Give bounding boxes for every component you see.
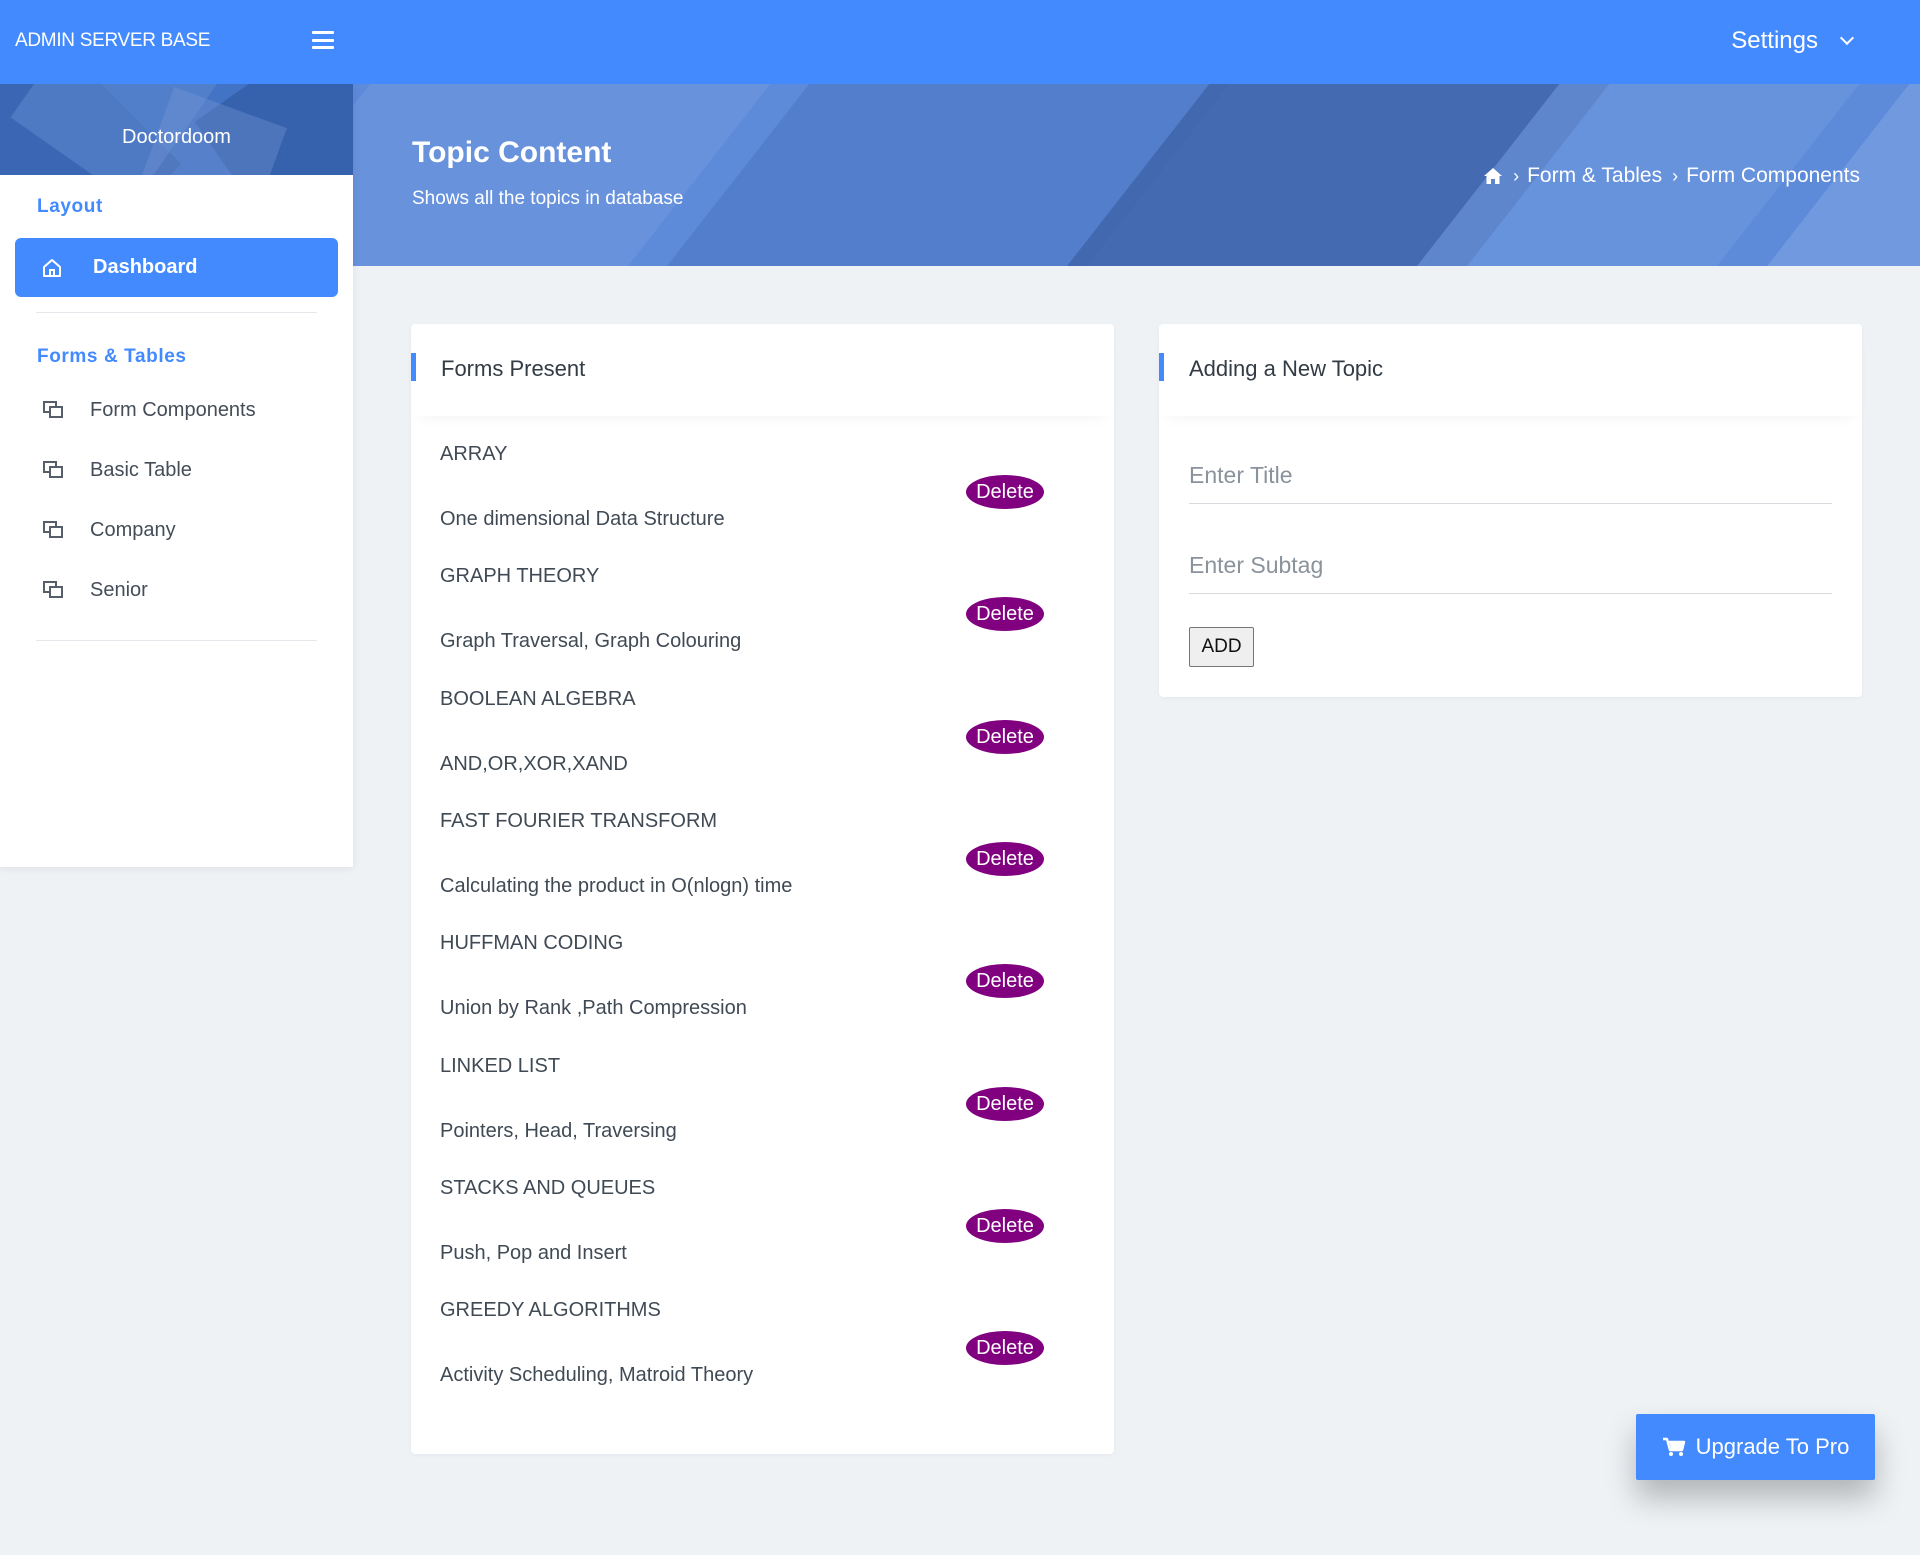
delete-button[interactable]: Delete: [966, 475, 1044, 509]
list-item: GREEDY ALGORITHMS Activity Scheduling, Ma…: [440, 1299, 1080, 1421]
page-subtitle: Shows all the topics in database: [412, 188, 684, 209]
topic-subtag: Activity Scheduling, Matroid Theory: [440, 1364, 754, 1387]
topic-title: HUFFMAN CODING: [440, 932, 624, 955]
settings-label: Settings: [1731, 27, 1818, 54]
page-header-banner: Topic Content Shows all the topics in da…: [353, 84, 1920, 266]
delete-button[interactable]: Delete: [966, 597, 1044, 632]
topic-subtag: Pointers, Head, Traversing: [440, 1119, 677, 1142]
card-title: Adding a New Topic: [1189, 356, 1384, 381]
topic-subtag: Push, Pop and Insert: [440, 1241, 627, 1264]
copy-icon: [43, 521, 63, 539]
subtag-input[interactable]: [1189, 538, 1832, 594]
topic-subtag: Union by Rank ,Path Compression: [440, 997, 747, 1020]
breadcrumb-item[interactable]: Form Components: [1686, 164, 1860, 188]
topic-subtag: One dimensional Data Structure: [440, 508, 725, 530]
topic-title: GREEDY ALGORITHMS: [440, 1299, 661, 1322]
delete-button[interactable]: Delete: [966, 964, 1044, 999]
sidebar-item-company[interactable]: Company: [0, 500, 353, 560]
topic-subtag: AND,OR,XOR,XAND: [440, 752, 628, 775]
topic-title: STACKS AND QUEUES: [440, 1176, 656, 1199]
sidebar-item-label: Company: [90, 518, 176, 541]
page-title: Topic Content: [412, 136, 612, 169]
settings-dropdown[interactable]: Settings: [1731, 27, 1855, 55]
card-header: Forms Present: [411, 324, 1114, 416]
card-accent-bar: [411, 353, 416, 381]
profile-username[interactable]: Doctordoom: [0, 126, 353, 149]
upgrade-to-pro-button[interactable]: Upgrade To Pro: [1636, 1414, 1875, 1480]
home-icon: [41, 257, 63, 279]
topic-title: BOOLEAN ALGEBRA: [440, 687, 636, 710]
sidebar-item-label: Senior: [90, 578, 148, 601]
card-title: Forms Present: [441, 356, 586, 381]
sidebar-profile: Doctordoom: [0, 84, 353, 175]
sidebar-item-label: Basic Table: [90, 458, 192, 481]
list-item: FAST FOURIER TRANSFORM Calculating the pr…: [440, 810, 1080, 932]
sidebar-item-label: Form Components: [90, 398, 256, 421]
delete-button[interactable]: Delete: [966, 719, 1044, 754]
add-topic-card: Adding a New Topic ADD: [1159, 324, 1862, 697]
sidebar-item-basic-table[interactable]: Basic Table: [0, 440, 353, 500]
home-icon[interactable]: [1483, 167, 1503, 185]
topic-title: LINKED LIST: [440, 1054, 561, 1077]
breadcrumb-item[interactable]: Form & Tables: [1527, 164, 1662, 188]
title-input[interactable]: [1189, 448, 1832, 504]
card-accent-bar: [1159, 353, 1164, 381]
topic-subtag: Graph Traversal, Graph Colouring: [440, 630, 742, 653]
upgrade-label: Upgrade To Pro: [1695, 1434, 1850, 1459]
topic-title: FAST FOURIER TRANSFORM: [440, 809, 718, 832]
nav-section-forms: Forms & Tables: [37, 346, 187, 367]
breadcrumb: › Form & Tables › Form Components: [1483, 164, 1860, 188]
chevron-down-icon: [1839, 30, 1855, 46]
sidebar-divider: [36, 312, 317, 313]
list-item: STACKS AND QUEUES Push, Pop and Insert Del…: [440, 1177, 1080, 1299]
copy-icon: [43, 581, 63, 599]
brand-title[interactable]: ADMIN SERVER BASE: [15, 30, 210, 52]
delete-button[interactable]: Delete: [966, 1086, 1044, 1121]
cart-icon: [1662, 1437, 1686, 1457]
nav-section-layout: Layout: [37, 196, 103, 217]
forms-present-card: Forms Present ARRAY One dimensional Data …: [411, 324, 1114, 1454]
top-navbar: ADMIN SERVER BASE Settings: [0, 0, 1920, 84]
list-item: LINKED LIST Pointers, Head, Traversing Del…: [440, 1055, 1080, 1177]
delete-button[interactable]: Delete: [966, 1331, 1044, 1366]
topic-title: GRAPH THEORY: [440, 565, 600, 588]
copy-icon: [43, 461, 63, 479]
delete-button[interactable]: Delete: [966, 1208, 1044, 1243]
topic-title: ARRAY: [440, 443, 508, 465]
copy-icon: [43, 401, 63, 419]
list-item: BOOLEAN ALGEBRA AND,OR,XOR,XAND Delete: [440, 688, 1080, 810]
sidebar-item-dashboard[interactable]: Dashboard: [15, 238, 338, 297]
sidebar-divider: [36, 640, 317, 641]
list-item: GRAPH THEORY Graph Traversal, Graph Colou…: [440, 565, 1080, 687]
topic-subtag: Calculating the product in O(nlogn) time: [440, 874, 793, 897]
sidebar-nav-list: Form Components Basic Table Company Seni…: [0, 380, 353, 620]
sidebar-item-senior[interactable]: Senior: [0, 560, 353, 620]
menu-icon[interactable]: [312, 31, 334, 49]
sidebar-item-label: Dashboard: [93, 256, 198, 278]
card-header: Adding a New Topic: [1159, 324, 1862, 416]
list-item: ARRAY One dimensional Data Structure Delet…: [440, 443, 1080, 565]
delete-button[interactable]: Delete: [966, 841, 1044, 876]
add-button[interactable]: ADD: [1189, 627, 1254, 667]
list-item: HUFFMAN CODING Union by Rank ,Path Compre…: [440, 932, 1080, 1054]
sidebar: Doctordoom Layout Dashboard Forms & Tabl…: [0, 84, 353, 867]
sidebar-item-form-components[interactable]: Form Components: [0, 380, 353, 440]
